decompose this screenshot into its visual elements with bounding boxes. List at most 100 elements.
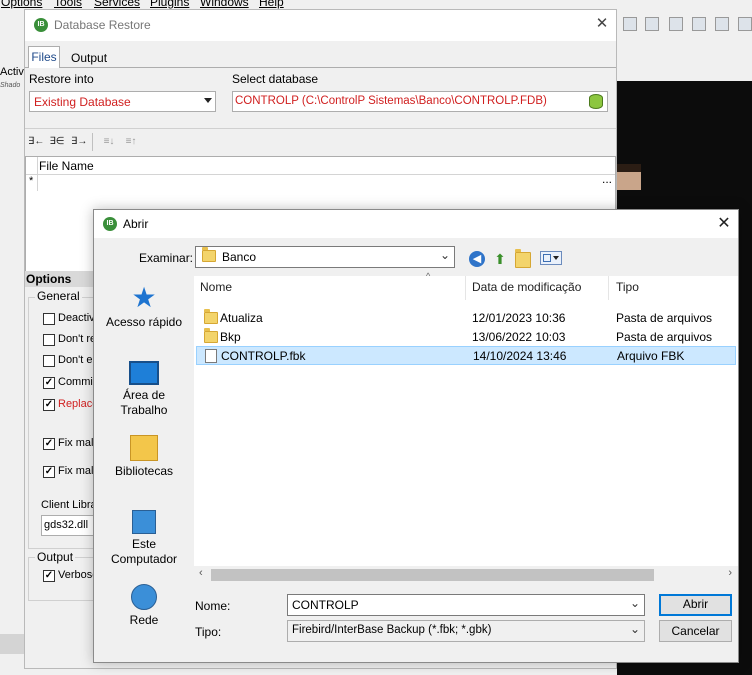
file-list[interactable]: ^ Nome Data de modificação Tipo Atualiza… [194, 271, 738, 576]
checkbox[interactable]: ✓ [43, 399, 55, 411]
open-button[interactable]: Abrir [659, 594, 732, 616]
client-library-field[interactable]: gds32.dll [41, 515, 95, 536]
ibexpert-logo-icon: IB [103, 217, 117, 231]
file-type-label: Tipo: [195, 625, 222, 639]
place-label: Acesso rápido [105, 315, 183, 329]
place-label: Rede [129, 613, 159, 627]
tab-output[interactable]: Output [67, 48, 111, 68]
up-folder-icon[interactable]: ⬆ [492, 251, 508, 267]
checkbox-verbose[interactable]: ✓ Verbose [43, 569, 95, 585]
settings-icon[interactable] [738, 17, 752, 31]
computer-icon [132, 510, 156, 534]
file-list-header: ^ Nome Data de modificação Tipo [194, 271, 738, 300]
place-libraries[interactable]: Bibliotecas [98, 435, 190, 479]
file-type-value: Firebird/InterBase Backup (*.fbk; *.gbk) [292, 624, 492, 636]
ide-toolbar [617, 9, 752, 40]
chevron-down-icon: ⌄ [629, 622, 640, 636]
menu-options[interactable]: Options [1, 0, 42, 9]
avatar [617, 164, 641, 190]
open-file-dialog: IB Abrir ✕ Examinar: Banco ⌄ ◀ ⬆ ★ Acess… [93, 209, 739, 663]
browse-file-button[interactable]: ... [602, 172, 612, 186]
checkbox-label: Don't enforce validity conditions [58, 354, 95, 366]
checkbox[interactable] [43, 355, 55, 367]
file-name-value: CONTROLP [292, 598, 359, 612]
table-row[interactable]: * ... [26, 172, 615, 191]
checkbox[interactable]: ✓ [43, 438, 55, 450]
column-header-type[interactable]: Tipo [616, 280, 639, 294]
view-menu-icon[interactable] [540, 251, 562, 265]
menu-plugins[interactable]: Plugins [150, 0, 189, 9]
checkbox-commit-after-each-table[interactable]: ✓ Commit after each table [43, 376, 95, 392]
look-in-value: Banco [222, 250, 257, 264]
file-date: 13/06/2022 10:03 [472, 330, 566, 344]
chevron-down-icon[interactable]: ⌄ [630, 596, 640, 610]
back-icon[interactable]: ◀ [469, 251, 485, 267]
select-database-value: CONTROLP (C:\ControlP Sistemas\Banco\CON… [235, 95, 547, 107]
cancel-button[interactable]: Cancelar [659, 620, 732, 642]
checkbox[interactable]: ✓ [43, 570, 55, 582]
select-database-field[interactable]: CONTROLP (C:\ControlP Sistemas\Banco\CON… [232, 91, 608, 112]
open-dialog-title-bar: IB Abrir ✕ [94, 210, 738, 238]
column-header-date[interactable]: Data de modificação [472, 280, 581, 294]
open-dialog-title: Abrir [123, 217, 149, 231]
file-type-select[interactable]: Firebird/InterBase Backup (*.fbk; *.gbk)… [287, 620, 645, 642]
chevron-down-icon: ⌄ [439, 248, 450, 262]
checkbox[interactable] [43, 313, 55, 325]
delete-file-icon[interactable]: ∃→ [71, 135, 87, 149]
place-quick-access[interactable]: ★ Acesso rápido [98, 284, 190, 330]
file-type: Pasta de arquivos [616, 330, 713, 344]
places-bar: ★ Acesso rápido Área de Trabalho Bibliot… [94, 276, 194, 646]
checkbox-fix-malformed-data[interactable]: ✓ Fix malformed UNICODE_FSS data [43, 465, 95, 481]
client-library-value: gds32.dll [44, 519, 89, 531]
insert-file-icon[interactable]: ∃∈ [49, 135, 65, 149]
checkbox[interactable]: ✓ [43, 466, 55, 478]
menu-services[interactable]: Services [94, 0, 140, 9]
table-icon[interactable] [645, 17, 659, 31]
report-icon[interactable] [669, 17, 683, 31]
close-icon[interactable]: ✕ [594, 15, 610, 33]
column-header-name[interactable]: Nome [200, 280, 232, 294]
checkbox-dont-recreate-shadows[interactable]: Don't recreate shadow files [43, 333, 95, 349]
database-picker-button[interactable] [586, 92, 606, 111]
file-icon [205, 349, 217, 363]
scroll-left-icon[interactable]: ‹ [199, 567, 203, 579]
check-icon[interactable] [692, 17, 706, 31]
file-name-input[interactable]: CONTROLP ⌄ [287, 594, 645, 616]
tab-files[interactable]: Files [28, 46, 60, 68]
checkbox-dont-enforce-validity[interactable]: Don't enforce validity conditions [43, 354, 95, 370]
menu-tools[interactable]: Tools [54, 0, 82, 9]
ide-left-gray-bar [0, 634, 24, 654]
star-icon: ★ [131, 282, 157, 313]
new-folder-icon[interactable] [515, 249, 531, 268]
list-item[interactable]: Atualiza 12/01/2023 10:36 Pasta de arqui… [196, 309, 736, 328]
gear-icon[interactable] [623, 17, 637, 31]
list-item-selected[interactable]: CONTROLP.fbk 14/10/2024 13:46 Arquivo FB… [196, 346, 736, 365]
checkbox-replace-existing[interactable]: ✓ Replace existing database [43, 398, 95, 414]
menu-windows[interactable]: Windows [200, 0, 249, 9]
place-this-pc[interactable]: Este Computador [98, 510, 190, 567]
scrollbar-thumb[interactable] [211, 569, 654, 581]
add-file-icon[interactable]: ∃← [28, 135, 44, 149]
scroll-right-icon[interactable]: › [728, 567, 732, 579]
list-item[interactable]: Bkp 13/06/2022 10:03 Pasta de arquivos [196, 328, 736, 347]
place-desktop[interactable]: Área de Trabalho [98, 361, 190, 418]
grid-header: File Name [26, 157, 615, 175]
menu-help[interactable]: Help [259, 0, 284, 9]
checkbox[interactable]: ✓ [43, 377, 55, 389]
restore-into-value: Existing Database [34, 95, 131, 109]
move-up-icon[interactable]: ≡↑ [123, 135, 139, 149]
desktop-icon [129, 361, 159, 385]
tools-icon[interactable] [715, 17, 729, 31]
place-network[interactable]: Rede [98, 584, 190, 628]
checkbox-fix-malformed-metadata[interactable]: ✓ Fix malformed UNICODE_FSS metadata [43, 437, 95, 453]
sort-caret-icon: ^ [426, 271, 431, 281]
close-icon[interactable]: ✕ [714, 214, 734, 234]
look-in-select[interactable]: Banco ⌄ [195, 246, 455, 268]
checkbox[interactable] [43, 334, 55, 346]
horizontal-scrollbar[interactable]: ‹ › [194, 566, 738, 584]
file-name: Atualiza [220, 311, 263, 325]
look-in-label: Examinar: [139, 251, 194, 265]
move-down-icon[interactable]: ≡↓ [101, 135, 117, 149]
checkbox-deactivate-indexes[interactable]: Deactivate indexes [43, 312, 95, 328]
restore-into-select[interactable]: Existing Database [29, 91, 216, 112]
